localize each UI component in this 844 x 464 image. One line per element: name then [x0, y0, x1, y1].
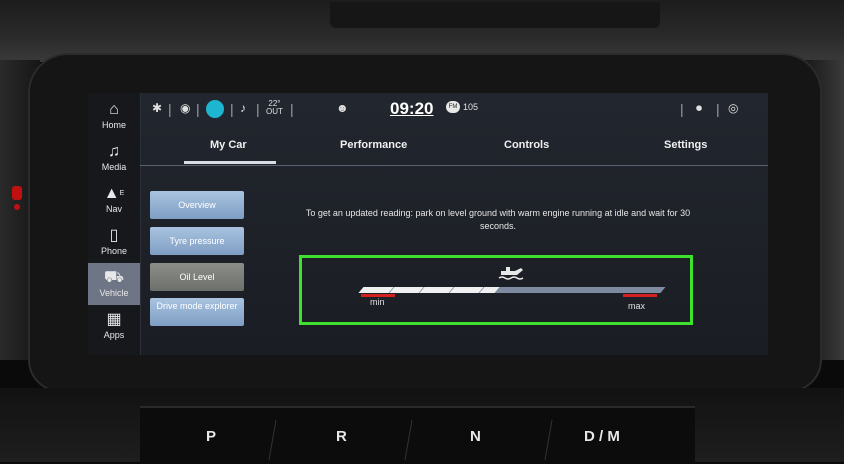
active-tab-indicator: [184, 161, 276, 164]
tab-bar: My Car Performance Controls Settings: [140, 127, 768, 166]
divider: |: [256, 101, 260, 117]
nav-item-label: Media: [101, 162, 127, 172]
nav-item-nav[interactable]: ▲E Nav: [88, 179, 140, 221]
gear-reverse[interactable]: R: [336, 428, 347, 445]
nav-item-vehicle[interactable]: ⛟ Vehicle: [88, 263, 140, 305]
nav-item-home[interactable]: ⌂ Home: [88, 95, 140, 137]
tab-settings[interactable]: Settings: [664, 139, 707, 151]
gear-neutral[interactable]: N: [470, 428, 481, 445]
microphone-icon[interactable]: ⏺: [696, 101, 702, 116]
nav-item-label: Vehicle: [99, 288, 129, 298]
clock: 09:20: [390, 99, 434, 118]
warning-light-small: [14, 204, 20, 210]
divider: |: [680, 101, 684, 117]
highlight-box: [299, 255, 693, 325]
car-icon: ⛟: [103, 269, 125, 286]
side-navigation: ⌂ Home ♫ Media ▲E Nav ▯ Phone ⛟ Vehicle …: [88, 93, 141, 355]
gear-park[interactable]: P: [206, 428, 216, 445]
nav-item-label: Phone: [100, 246, 128, 256]
gear-drive[interactable]: D / M: [584, 428, 620, 445]
warning-light: [12, 186, 22, 200]
divider: |: [230, 101, 234, 117]
radio-frequency: 105: [463, 102, 479, 112]
tyre-pressure-button[interactable]: Tyre pressure: [150, 227, 244, 255]
gear-divider: [268, 420, 277, 460]
radio-band-badge: FM: [446, 101, 460, 113]
gear-selector: P R N D / M: [140, 406, 695, 464]
divider: |: [168, 101, 172, 117]
notification-bell-icon[interactable]: ♪: [240, 101, 246, 115]
nav-item-phone[interactable]: ▯ Phone: [88, 221, 140, 263]
home-icon: ⌂: [109, 101, 119, 118]
tab-my-car[interactable]: My Car: [210, 139, 247, 151]
divider: |: [196, 101, 200, 117]
driver-profile-icon[interactable]: ☻: [336, 101, 349, 115]
nav-item-label: Apps: [103, 330, 125, 340]
oil-reading-instruction: To get an updated reading: park on level…: [305, 208, 691, 231]
center-console: P R N D / M: [0, 388, 844, 464]
gear-divider: [544, 420, 553, 460]
apps-grid-icon: ▦: [106, 311, 122, 328]
wifi-icon[interactable]: ◉: [180, 101, 190, 115]
temperature-label: OUT: [266, 107, 283, 116]
bluetooth-icon[interactable]: ✱: [152, 101, 162, 115]
nav-item-media[interactable]: ♫ Media: [88, 137, 140, 179]
phone-icon: ▯: [109, 227, 119, 244]
drive-mode-explorer-button[interactable]: Drive mode explorer: [150, 298, 244, 326]
divider: |: [290, 101, 294, 117]
tab-performance[interactable]: Performance: [340, 139, 407, 151]
music-note-icon: ♫: [108, 143, 120, 160]
dashboard-top: [0, 0, 844, 62]
nav-item-apps[interactable]: ▦ Apps: [88, 305, 140, 347]
overview-button[interactable]: Overview: [150, 191, 244, 219]
nav-item-label: Nav: [105, 204, 122, 214]
air-vent: [330, 2, 660, 28]
compass-badge: E: [119, 190, 125, 197]
status-bar: ✱ | ◉ | | ♪ | 22° OUT | ☻ 09:20 FM 105 | …: [140, 93, 768, 127]
divider: |: [716, 101, 720, 117]
outside-temperature: 22° OUT: [266, 100, 283, 116]
camera-icon[interactable]: ◎: [728, 101, 738, 115]
assistant-icon[interactable]: [206, 100, 224, 118]
tab-controls[interactable]: Controls: [504, 139, 549, 151]
gear-divider: [404, 420, 413, 460]
oil-level-button[interactable]: Oil Level: [150, 263, 244, 291]
radio-station[interactable]: FM 105: [446, 101, 478, 113]
navigation-arrow-icon: ▲E: [103, 185, 125, 202]
nav-item-label: Home: [101, 120, 126, 130]
